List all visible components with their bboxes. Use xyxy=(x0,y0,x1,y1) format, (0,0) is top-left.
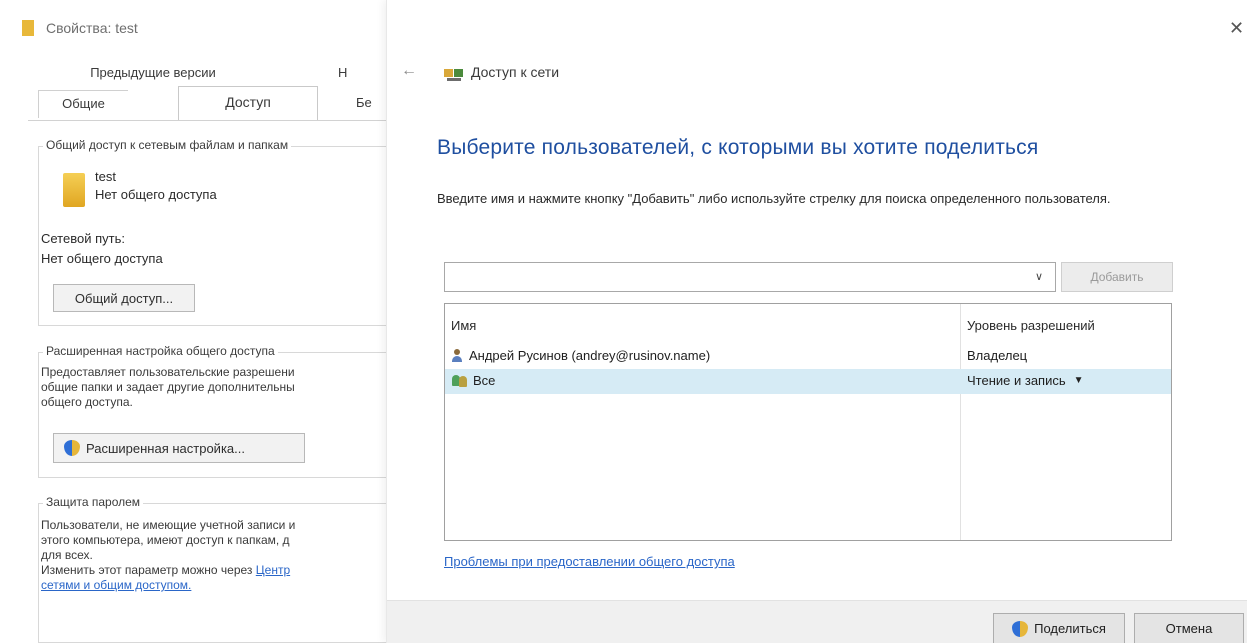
folder-icon xyxy=(22,20,34,36)
table-row[interactable]: Андрей Русинов (andrey@rusinov.name) Вла… xyxy=(445,344,1171,369)
network-share-icon xyxy=(444,69,463,81)
column-divider xyxy=(960,304,961,540)
advanced-sharing-description: Предоставляет пользовательские разрешени… xyxy=(41,365,381,410)
permissions-table: Имя Уровень разрешений Андрей Русинов (a… xyxy=(444,303,1172,541)
close-icon[interactable]: ✕ xyxy=(1229,16,1244,40)
folder-name: test xyxy=(95,169,116,184)
properties-title: Свойства: test xyxy=(46,20,138,36)
description-line: Предоставляет пользовательские разрешени xyxy=(41,365,295,379)
folder-share-status: Нет общего доступа xyxy=(95,187,217,202)
tab-divider xyxy=(28,120,400,121)
network-sharing-group: Общий доступ к сетевым файлам и папкам t… xyxy=(38,138,400,326)
permission-cell: Владелец xyxy=(967,348,1027,363)
network-access-wizard: ✕ ← Доступ к сети Выберите пользователей… xyxy=(386,0,1247,643)
table-row[interactable]: Все Чтение и запись ▼ xyxy=(445,369,1171,394)
user-name-cell: Андрей Русинов (andrey@rusinov.name) xyxy=(451,348,710,363)
permission-level: Чтение и запись xyxy=(967,373,1066,388)
chevron-down-icon[interactable]: ∨ xyxy=(1031,267,1047,287)
back-arrow-icon[interactable]: ← xyxy=(401,62,417,80)
wizard-instruction: Введите имя и нажмите кнопку "Добавить" … xyxy=(437,191,1111,206)
cancel-button[interactable]: Отмена xyxy=(1134,613,1244,643)
share-confirm-button[interactable]: Поделиться xyxy=(993,613,1125,643)
advanced-sharing-button-label: Расширенная настройка... xyxy=(86,440,245,456)
tab-partial-n[interactable]: Н xyxy=(338,62,378,84)
advanced-sharing-legend: Расширенная настройка общего доступа xyxy=(43,344,278,358)
tab-general[interactable]: Общие xyxy=(38,90,128,118)
wizard-footer: Поделиться Отмена xyxy=(387,600,1247,643)
column-header-permission[interactable]: Уровень разрешений xyxy=(967,318,1095,333)
add-user-button[interactable]: Добавить xyxy=(1061,262,1173,292)
network-center-link[interactable]: Центр xyxy=(256,563,290,577)
description-text: Изменить этот параметр можно через xyxy=(41,563,256,577)
user-name-cell: Все xyxy=(451,373,495,388)
user-name: Андрей Русинов (andrey@rusinov.name) xyxy=(469,348,711,363)
sharing-troubleshoot-link[interactable]: Проблемы при предоставлении общего досту… xyxy=(444,554,735,569)
properties-tabs: Предыдущие версии Н Общие Доступ Бе xyxy=(38,60,400,124)
description-line: сетями и общим доступом. xyxy=(41,578,381,593)
group-icon xyxy=(451,374,469,388)
dropdown-arrow-icon[interactable]: ▼ xyxy=(1074,375,1084,386)
properties-dialog: Свойства: test Предыдущие версии Н Общие… xyxy=(0,0,400,643)
wizard-heading: Выберите пользователей, с которыми вы хо… xyxy=(437,136,1039,159)
user-icon xyxy=(451,348,463,363)
network-center-link-continued[interactable]: сетями и общим доступом. xyxy=(41,578,191,592)
properties-title-bar: Свойства: test xyxy=(22,16,138,40)
column-header-name[interactable]: Имя xyxy=(451,318,476,333)
wizard-title: Доступ к сети xyxy=(471,64,560,80)
tab-previous-versions[interactable]: Предыдущие версии xyxy=(38,62,268,84)
description-line: общие папки и задает другие дополнительн… xyxy=(41,380,295,394)
advanced-sharing-group: Расширенная настройка общего доступа Пре… xyxy=(38,344,400,478)
description-line: этого компьютера, имеют доступ к папкам,… xyxy=(41,533,290,547)
folder-icon xyxy=(63,173,85,207)
permission-dropdown[interactable]: Чтение и запись ▼ xyxy=(967,373,1084,388)
share-button[interactable]: Общий доступ... xyxy=(53,284,195,312)
advanced-sharing-button[interactable]: Расширенная настройка... xyxy=(53,433,305,463)
network-path-label: Сетевой путь: xyxy=(41,231,125,246)
password-protection-legend: Защита паролем xyxy=(43,495,144,509)
shield-icon xyxy=(64,440,80,456)
description-line: общего доступа. xyxy=(41,395,133,409)
password-protection-group: Защита паролем Пользователи, не имеющие … xyxy=(38,495,400,643)
share-confirm-label: Поделиться xyxy=(1034,621,1106,636)
network-sharing-legend: Общий доступ к сетевым файлам и папкам xyxy=(43,138,292,152)
description-line: Пользователи, не имеющие учетной записи … xyxy=(41,518,296,532)
shield-icon xyxy=(1012,620,1029,637)
network-path-value: Нет общего доступа xyxy=(41,251,163,266)
password-protection-description: Пользователи, не имеющие учетной записи … xyxy=(41,518,381,593)
user-name-combobox[interactable]: ∨ xyxy=(444,262,1056,292)
permission-level: Владелец xyxy=(967,348,1028,363)
description-line: для всех. xyxy=(41,548,93,562)
description-line: Изменить этот параметр можно через Центр xyxy=(41,563,381,578)
user-name: Все xyxy=(473,373,496,388)
tab-access[interactable]: Доступ xyxy=(178,86,318,120)
